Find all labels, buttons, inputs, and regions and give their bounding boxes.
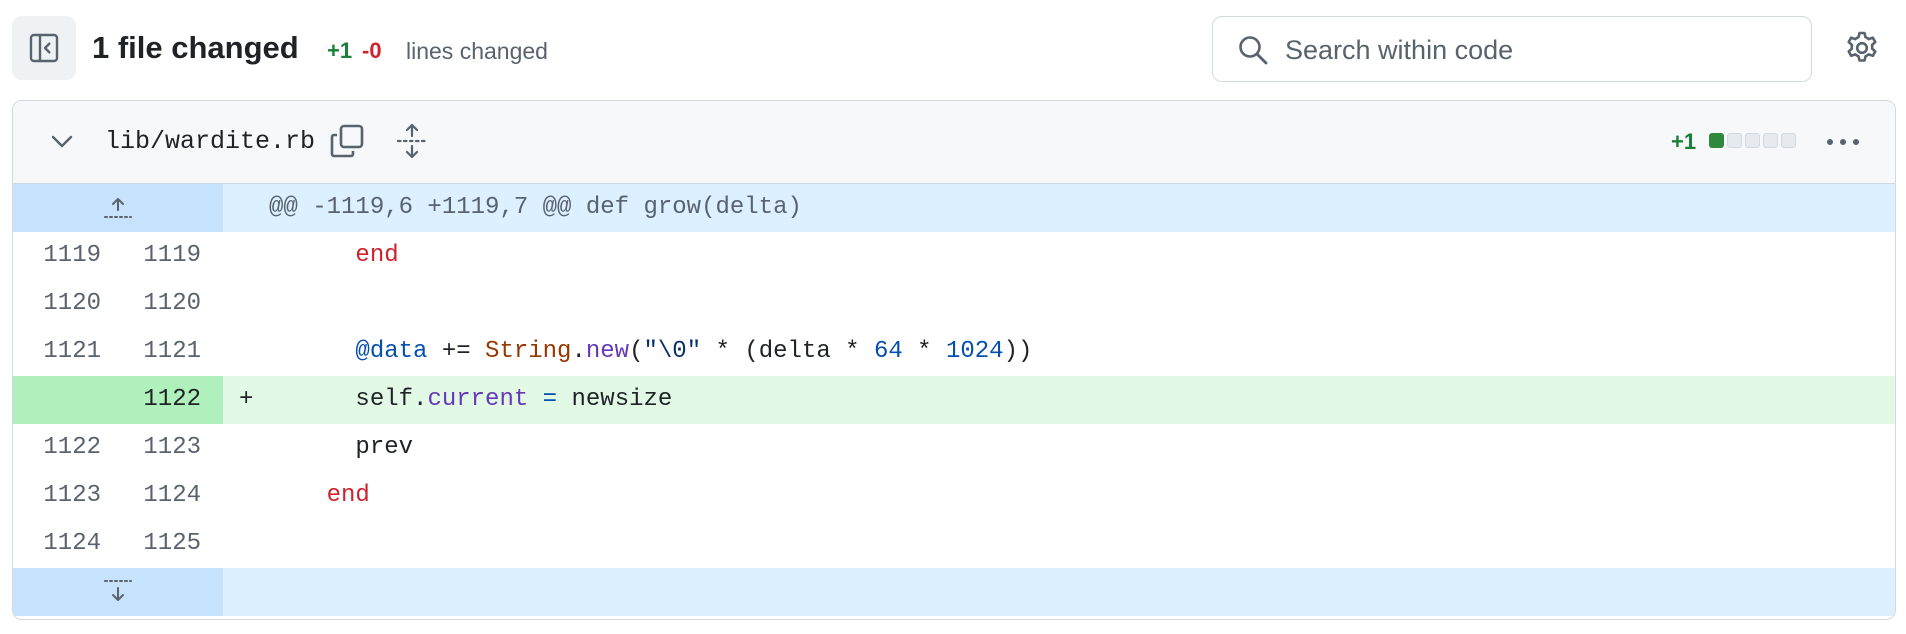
old-line-number[interactable]: 1120: [13, 280, 119, 328]
code-token: new: [585, 338, 630, 365]
old-line-number[interactable]: 1119: [13, 232, 119, 280]
old-line-number[interactable]: [13, 376, 119, 424]
code-token: (: [629, 338, 644, 365]
expand-down-button[interactable]: [13, 568, 223, 616]
diffstat-block-neutral: [1745, 133, 1760, 148]
code-token: * (delta *: [701, 338, 874, 365]
new-line-number[interactable]: 1120: [119, 280, 223, 328]
code-token: .: [571, 338, 586, 365]
diff-marker: +: [239, 386, 254, 413]
code-token: 1024: [945, 338, 1004, 365]
code-line: @data += String.new("\0" * (delta * 64 *…: [269, 328, 1032, 376]
diff-line-context: 1122 1123 prev: [13, 424, 1895, 472]
deletions-count: -0: [362, 38, 382, 63]
new-line-number[interactable]: 1124: [119, 472, 223, 520]
code-token: newsize: [557, 386, 673, 413]
top-bar: 1 file changed +1 -0 lines changed: [0, 0, 1906, 100]
diff-line-context: 1119 1119 end: [13, 232, 1895, 280]
code-cell: end: [223, 472, 1895, 520]
expand-down-icon: [104, 580, 132, 601]
diffstat-block-neutral: [1727, 133, 1742, 148]
hunk-footer-row: [13, 568, 1895, 616]
new-line-number[interactable]: 1122: [119, 376, 223, 424]
additions-count: +1: [327, 38, 353, 63]
code-token: =: [542, 386, 558, 413]
new-line-number[interactable]: 1119: [119, 232, 223, 280]
page-title: 1 file changed: [92, 30, 299, 65]
hunk-header: @@ -1119,6 +1119,7 @@ def grow(delta): [223, 184, 1895, 232]
diff-lines: 1119 1119 end 1120 1120 1121 1121 @data += St…: [13, 232, 1895, 568]
expand-all-icon[interactable]: [395, 123, 429, 159]
code-token: +=: [427, 338, 486, 365]
sidebar-collapse-icon: [29, 33, 59, 63]
code-cell: [223, 520, 1895, 568]
file-header: lib/wardite.rb +1: [13, 101, 1895, 184]
diff-line-context: 1124 1125: [13, 520, 1895, 568]
code-line: prev: [269, 424, 413, 472]
file-diff: lib/wardite.rb +1 @@ -1119,6 +1119,7 @@ …: [12, 100, 1896, 620]
code-cell: end: [223, 232, 1895, 280]
code-token: String: [485, 338, 572, 365]
code-token: self.: [355, 386, 428, 413]
old-line-number[interactable]: 1123: [13, 472, 119, 520]
chevron-down-icon[interactable]: [49, 129, 75, 155]
expand-up-button[interactable]: [13, 184, 223, 232]
diff-line-context: 1120 1120: [13, 280, 1895, 328]
search-icon: [1239, 36, 1268, 65]
code-token: 64: [873, 338, 903, 365]
new-line-number[interactable]: 1125: [119, 520, 223, 568]
diffstat-block-added: [1709, 133, 1724, 148]
copy-icon[interactable]: [329, 123, 365, 159]
diffstat-count: +1: [1671, 129, 1697, 154]
diff-table: @@ -1119,6 +1119,7 @@ def grow(delta) 11…: [13, 184, 1895, 616]
code-token: end: [355, 242, 399, 269]
code-cell: prev: [223, 424, 1895, 472]
hunk-footer: [223, 568, 1895, 616]
diff-line-context: 1121 1121 @data += String.new("\0" * (del…: [13, 328, 1895, 376]
file-name[interactable]: lib/wardite.rb: [105, 127, 315, 157]
code-token: current: [427, 386, 529, 413]
diffstat-block-neutral: [1763, 133, 1778, 148]
code-cell: + self.current = newsize: [223, 376, 1895, 424]
code-token: "\0": [643, 338, 702, 365]
search-box[interactable]: [1212, 16, 1812, 82]
code-line: end: [269, 472, 370, 520]
diff-line-context: 1123 1124 end: [13, 472, 1895, 520]
gear-icon[interactable]: [1844, 30, 1880, 66]
toggle-file-tree-button[interactable]: [12, 16, 76, 80]
diff-page: 1 file changed +1 -0 lines changed lib/w…: [0, 0, 1906, 634]
hunk-header-text: @@ -1119,6 +1119,7 @@ def grow(delta): [269, 194, 802, 221]
lines-changed-label: lines changed: [406, 38, 548, 64]
old-line-number[interactable]: 1122: [13, 424, 119, 472]
diffstat-blocks: [1709, 133, 1796, 148]
code-token: prev: [355, 434, 414, 461]
old-line-number[interactable]: 1121: [13, 328, 119, 376]
code-token: *: [902, 338, 946, 365]
code-token: end: [326, 482, 370, 509]
new-line-number[interactable]: 1123: [119, 424, 223, 472]
expand-up-icon: [104, 198, 132, 218]
old-line-number[interactable]: 1124: [13, 520, 119, 568]
hunk-header-row: @@ -1119,6 +1119,7 @@ def grow(delta): [13, 184, 1895, 232]
code-token: @data: [355, 338, 428, 365]
code-cell: @data += String.new("\0" * (delta * 64 *…: [223, 328, 1895, 376]
code-line: self.current = newsize: [269, 376, 672, 424]
diffstat-block-neutral: [1781, 133, 1796, 148]
new-line-number[interactable]: 1121: [119, 328, 223, 376]
search-input[interactable]: [1283, 29, 1787, 71]
diff-line-added: 1122 + self.current = newsize: [13, 376, 1895, 424]
code-cell: [223, 280, 1895, 328]
code-token: )): [1003, 338, 1033, 365]
kebab-menu-icon[interactable]: [1825, 127, 1861, 157]
code-line: end: [269, 232, 399, 280]
